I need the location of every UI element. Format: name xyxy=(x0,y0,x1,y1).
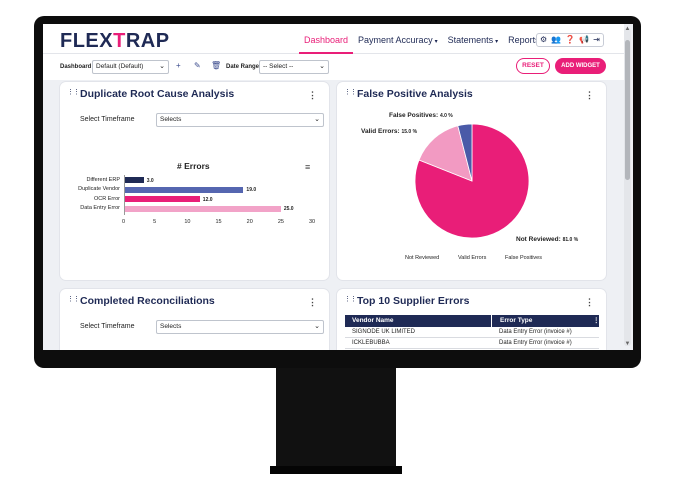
chevron-down-icon: ⌄ xyxy=(159,63,165,70)
users-icon[interactable]: 👥 xyxy=(551,34,561,46)
more-options-icon[interactable]: ⋮ xyxy=(585,297,594,308)
legend-valid-errors[interactable]: Valid Errors xyxy=(458,255,486,261)
drag-handle-icon[interactable]: ⋮⋮ xyxy=(67,296,80,303)
logout-icon[interactable]: ⇥ xyxy=(593,34,600,46)
x-tick-label: 20 xyxy=(246,219,253,225)
bar-value-label: 12.0 xyxy=(202,196,213,203)
bar-category-label: OCR Error xyxy=(94,195,120,202)
card-title: Top 10 Supplier Errors xyxy=(357,295,470,307)
add-icon[interactable]: + xyxy=(176,61,181,70)
column-resize-icon[interactable]: ⋮ xyxy=(593,315,600,327)
bar-value-label: 25.0 xyxy=(283,206,294,212)
more-options-icon[interactable]: ⋮ xyxy=(308,297,317,308)
x-tick-label: 30 xyxy=(309,219,316,225)
drag-handle-icon[interactable]: ⋮⋮ xyxy=(67,89,80,96)
x-tick-label: 25 xyxy=(277,219,284,225)
top-supplier-errors-card: ⋮⋮ Top 10 Supplier Errors ⋮ Vendor Name … xyxy=(336,288,607,350)
scroll-up-icon[interactable]: ▲ xyxy=(624,26,631,33)
table-header: Vendor Name Error Type ⋮ xyxy=(345,315,600,327)
bar[interactable] xyxy=(125,177,144,183)
nav-statements[interactable]: Statements ▾ xyxy=(443,24,504,54)
pie-chart xyxy=(414,123,530,239)
dashboard-select[interactable]: Default (Default) ⌄ xyxy=(92,60,169,74)
chevron-down-icon: ⌄ xyxy=(314,116,320,123)
legend-not-reviewed[interactable]: Not Reviewed xyxy=(405,255,439,261)
gear-icon[interactable]: ⚙ xyxy=(540,34,547,46)
scrollbar-thumb[interactable] xyxy=(625,40,630,180)
timeframe-label: Select Timeframe xyxy=(80,116,135,123)
completed-reconciliations-card: ⋮⋮ Completed Reconciliations ⋮ Select Ti… xyxy=(59,288,330,350)
help-icon[interactable]: ❓ xyxy=(565,34,575,46)
chevron-down-icon: ▾ xyxy=(495,39,499,45)
timeframe-label: Select Timeframe xyxy=(80,323,135,330)
monitor-stand xyxy=(276,368,396,472)
duplicate-root-cause-card: ⋮⋮ Duplicate Root Cause Analysis ⋮ Selec… xyxy=(59,81,330,281)
chevron-down-icon: ⌄ xyxy=(319,63,325,70)
main-nav: Dashboard Payment Accuracy ▾ Statements ▾ … xyxy=(299,24,545,54)
x-tick-label: 0 xyxy=(122,219,126,225)
card-title: Duplicate Root Cause Analysis xyxy=(80,88,235,100)
screen: FLEXTRAP Dashboard Payment Accuracy ▾ Sta… xyxy=(43,24,633,350)
pie-label-valid-errors: Valid Errors: 15.0 % xyxy=(361,128,418,135)
bar-value-label: 3.0 xyxy=(146,177,154,184)
trash-icon[interactable]: 🗑 xyxy=(211,61,221,70)
table-row[interactable]: ICKLEBUBBA Data Entry Error (invoice #) xyxy=(345,338,599,349)
chart-title: # Errors xyxy=(177,161,210,171)
chevron-down-icon: ⌄ xyxy=(314,323,320,330)
chart-menu-icon[interactable]: ≡ xyxy=(305,162,310,172)
bar-category-label: Duplicate Vendor xyxy=(78,186,120,192)
bar-category-label: Different ERP xyxy=(86,176,120,183)
bar-category-label: Data Entry Error xyxy=(80,205,120,211)
header-icon-group: ⚙ 👥 ❓ 📢 ⇥ xyxy=(536,33,604,47)
x-tick-label: 10 xyxy=(184,219,191,225)
reset-button[interactable]: RESET xyxy=(516,58,550,74)
pie-label-not-reviewed: Not Reviewed: 81.0 % xyxy=(516,236,579,243)
timeframe-select[interactable]: Selects ⌄ xyxy=(156,320,324,334)
card-title: Completed Reconciliations xyxy=(80,295,215,307)
bar[interactable] xyxy=(125,205,281,212)
bar[interactable] xyxy=(125,186,244,193)
bar[interactable] xyxy=(125,196,200,202)
table-row[interactable]: SIGNODE UK LIMITED Data Entry Error (inv… xyxy=(345,327,599,338)
top-navbar: FLEXTRAP Dashboard Payment Accuracy ▾ Sta… xyxy=(43,24,624,54)
legend-false-positives[interactable]: False Positives xyxy=(505,255,542,261)
scroll-down-icon[interactable]: ▼ xyxy=(624,341,631,348)
nav-dashboard[interactable]: Dashboard xyxy=(299,24,354,54)
monitor-base xyxy=(270,466,402,474)
bar-value-label: 19.0 xyxy=(246,187,257,193)
pie-label-false-positives: False Positives: 4.0 % xyxy=(389,112,453,119)
megaphone-icon[interactable]: 📢 xyxy=(579,34,589,46)
date-range-label: Date Range xyxy=(226,64,260,70)
drag-handle-icon[interactable]: ⋮⋮ xyxy=(344,296,357,303)
edit-icon[interactable]: ✎ xyxy=(194,61,201,70)
date-range-select[interactable]: -- Select -- ⌄ xyxy=(259,60,329,74)
x-tick-label: 5 xyxy=(153,219,157,225)
timeframe-select[interactable]: Selects ⌄ xyxy=(156,113,324,127)
dashboard-label: Dashboard xyxy=(60,64,92,70)
nav-payment-accuracy[interactable]: Payment Accuracy ▾ xyxy=(353,24,443,54)
x-tick-label: 15 xyxy=(215,219,222,225)
column-header-vendor[interactable]: Vendor Name xyxy=(352,317,394,324)
false-positive-card: ⋮⋮ False Positive Analysis ⋮ False Posit… xyxy=(336,81,607,281)
more-options-icon[interactable]: ⋮ xyxy=(308,90,317,101)
flextrap-logo[interactable]: FLEXTRAP xyxy=(60,30,170,53)
add-widget-button[interactable]: ADD WIDGET xyxy=(555,58,606,74)
chevron-down-icon: ▾ xyxy=(434,39,438,45)
column-header-error-type[interactable]: Error Type xyxy=(491,315,532,327)
